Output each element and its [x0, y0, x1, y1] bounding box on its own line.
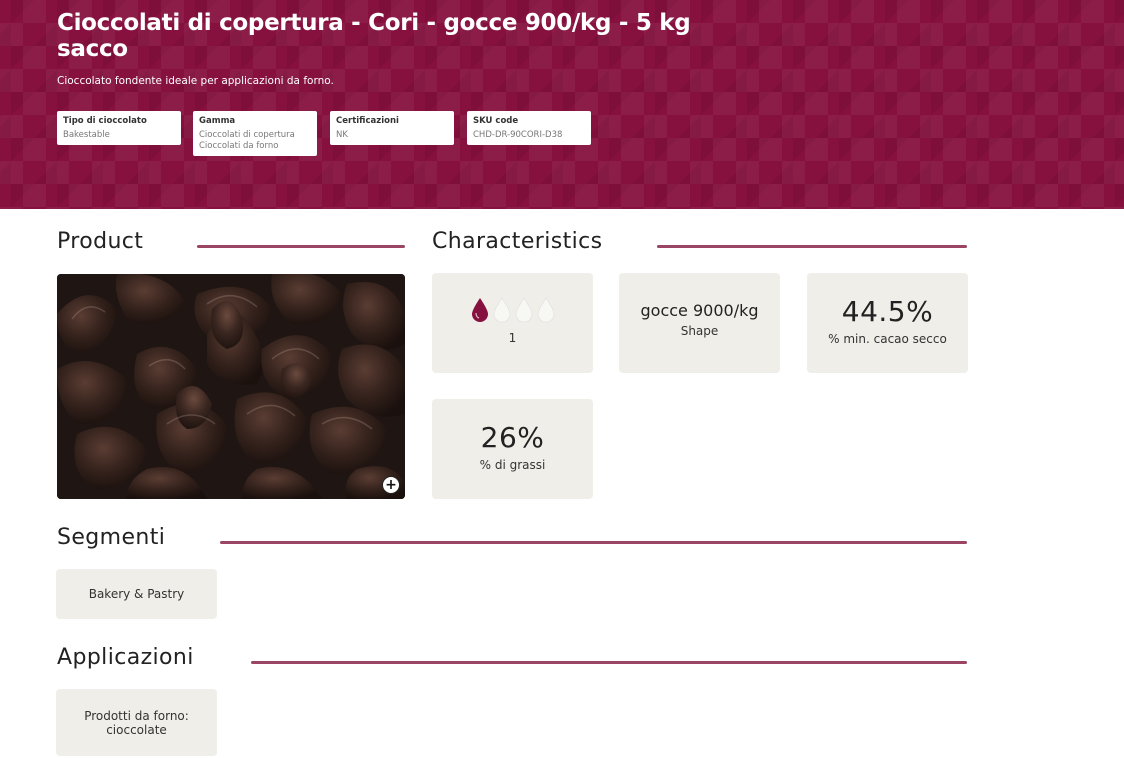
drop-icon	[515, 297, 532, 323]
segmenti-heading: Segmenti	[57, 525, 166, 550]
product-heading: Product	[57, 229, 144, 254]
fluidity-value: 1	[508, 331, 517, 345]
applicazioni-heading: Applicazioni	[57, 645, 194, 670]
application-tag[interactable]: Prodotti da forno: cioccolate	[56, 689, 217, 756]
fat-value: 26%	[480, 421, 545, 454]
fluidity-card: 1	[432, 273, 593, 373]
spec-card-certifications: Certificazioni NK	[330, 111, 454, 145]
fat-label: % di grassi	[479, 458, 546, 472]
shape-card: gocce 9000/kg Shape	[619, 273, 780, 373]
spec-card-chocolate-type: Tipo di cioccolato Bakestable	[57, 111, 181, 145]
zoom-in-icon[interactable]: +	[382, 476, 400, 494]
section-divider	[220, 541, 967, 544]
spec-value: NK	[336, 130, 348, 140]
spec-value: Bakestable	[63, 130, 110, 140]
fat-card: 26% % di grassi	[432, 399, 593, 499]
section-divider	[197, 245, 405, 248]
characteristics-heading: Characteristics	[432, 229, 603, 254]
cacao-label: % min. cacao secco	[828, 332, 947, 346]
fluidity-rating	[432, 297, 593, 323]
spec-value: Cioccolati di copertura Cioccolati da fo…	[199, 130, 295, 151]
page-subtitle: Cioccolato fondente ideale per applicazi…	[57, 75, 334, 87]
spec-label: Gamma	[199, 116, 236, 126]
cacao-card: 44.5% % min. cacao secco	[807, 273, 968, 373]
spec-card-range: Gamma Cioccolati di copertura Cioccolati…	[193, 111, 317, 156]
product-image[interactable]: +	[57, 274, 405, 499]
shape-value: gocce 9000/kg	[640, 301, 759, 320]
segment-tag[interactable]: Bakery & Pastry	[56, 569, 217, 619]
chocolate-drops-photo	[57, 274, 405, 499]
section-divider	[251, 661, 967, 664]
product-header-banner: Cioccolati di copertura - Cori - gocce 9…	[0, 0, 1124, 209]
cacao-value: 44.5%	[841, 295, 934, 328]
page-title: Cioccolati di copertura - Cori - gocce 9…	[57, 10, 691, 62]
shape-label: Shape	[680, 324, 719, 338]
drop-icon	[471, 298, 488, 322]
spec-label: Certificazioni	[336, 116, 399, 126]
spec-label: SKU code	[473, 116, 519, 126]
spec-label: Tipo di cioccolato	[63, 116, 147, 126]
drop-icon	[537, 297, 554, 323]
section-divider	[657, 245, 967, 248]
spec-card-sku: SKU code CHD-DR-90CORI-D38	[467, 111, 591, 145]
drop-icon	[493, 297, 510, 323]
spec-value: CHD-DR-90CORI-D38	[473, 130, 563, 140]
